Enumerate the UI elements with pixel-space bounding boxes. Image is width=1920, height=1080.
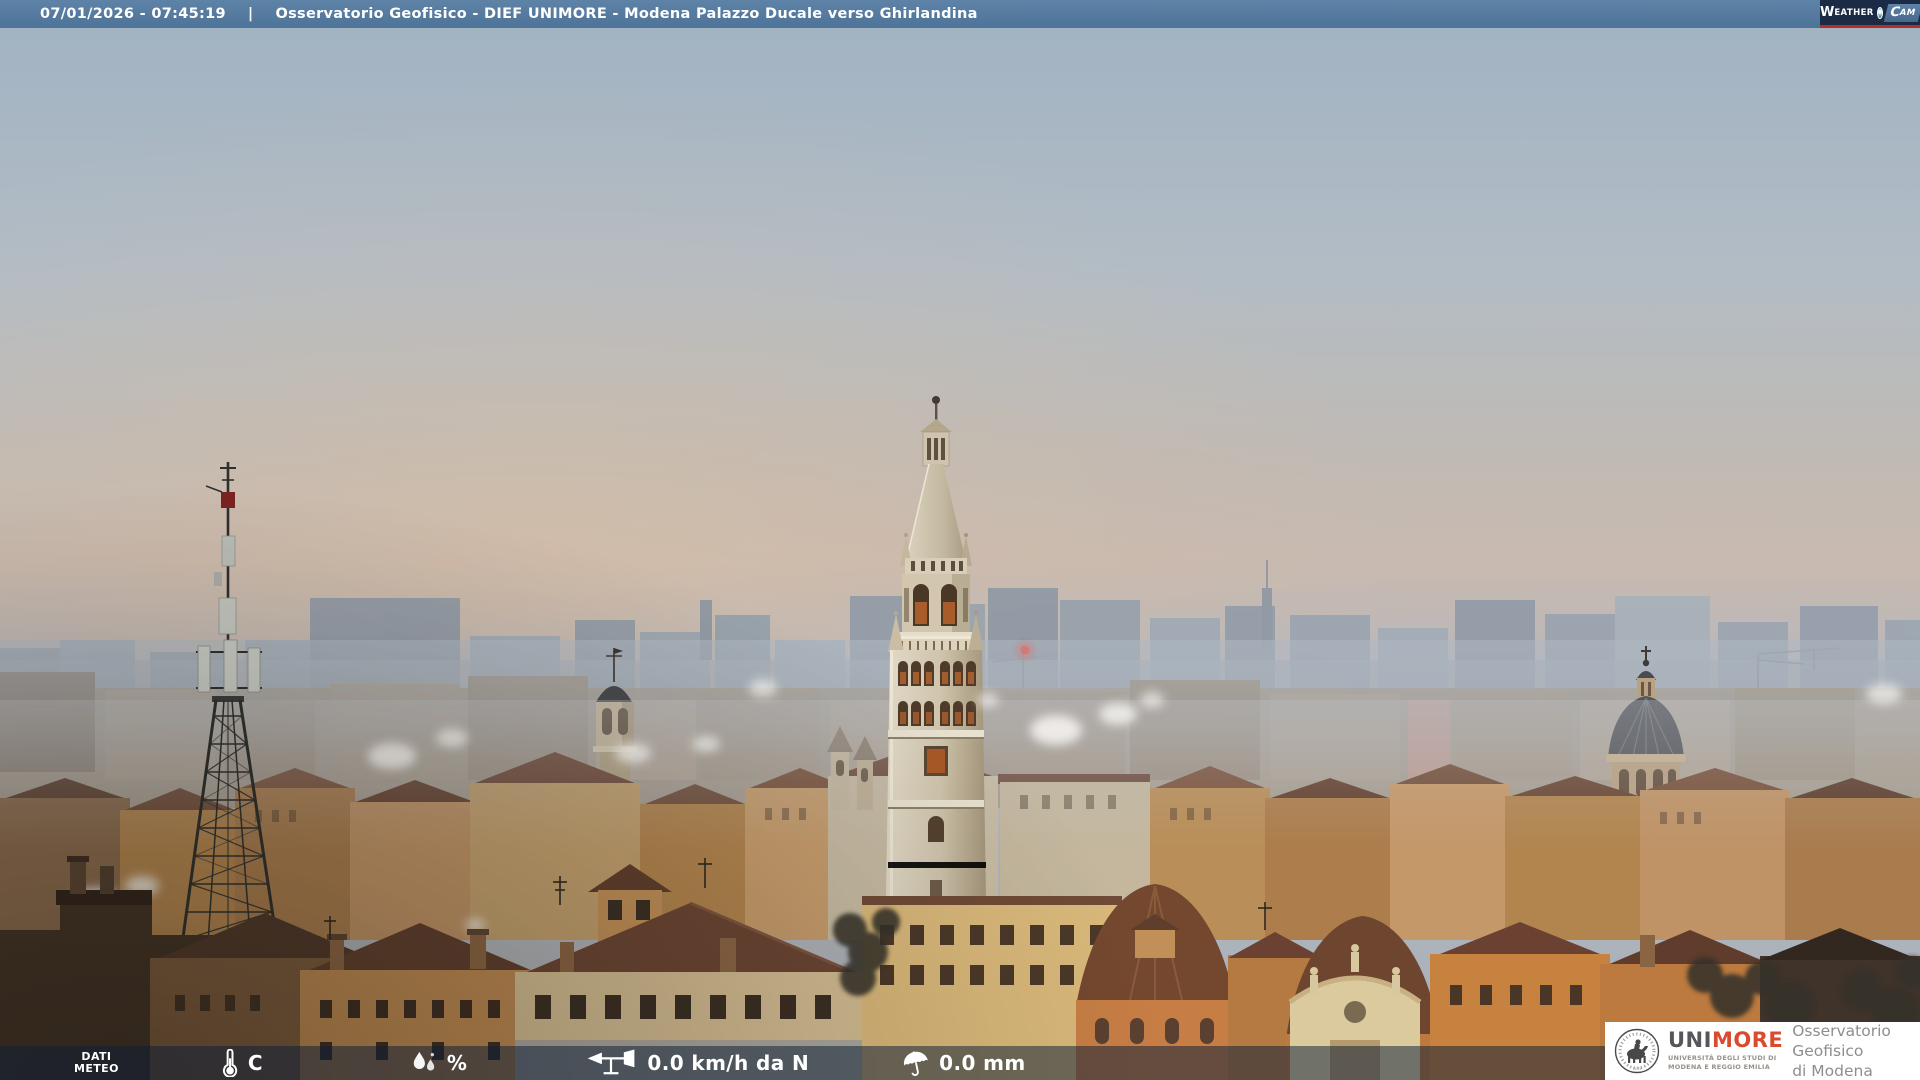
- weathercam-word2-rest: AM: [1898, 7, 1917, 17]
- humidity-value: %: [446, 1051, 468, 1075]
- unimore-footer-logo[interactable]: 1175 UNIMORE UNIVERSITÀ DEGLI STUDI DI M…: [1605, 1022, 1920, 1080]
- observatory-name: Osservatorio Geofisico di Modena: [1792, 1021, 1891, 1080]
- timestamp: 07/01/2026 - 07:45:19: [40, 6, 226, 22]
- weathercam-word1-rest: EATHER: [1834, 7, 1874, 18]
- webcam-page: 07/01/2026 - 07:45:19 | Osservatorio Geo…: [0, 0, 1920, 1080]
- unimore-wordmark: UNIMORE UNIVERSITÀ DEGLI STUDI DI MODENA…: [1668, 1030, 1783, 1072]
- modena-cityscape: [0, 0, 1920, 1080]
- rain-umbrella-icon: [901, 1049, 931, 1077]
- unimore-seal-icon: 1175: [1614, 1028, 1660, 1074]
- top-info-bar: 07/01/2026 - 07:45:19 | Osservatorio Geo…: [0, 0, 1920, 28]
- webcam-title: Osservatorio Geofisico - DIEF UNIMORE - …: [275, 6, 978, 22]
- wind-vane-icon: [585, 1049, 637, 1077]
- webcam-photo: [0, 0, 1920, 1080]
- temperature-value: C: [247, 1051, 263, 1075]
- dati-meteo-label: DATI METEO: [74, 1049, 119, 1075]
- brand-uni: UNI: [1668, 1028, 1712, 1053]
- rain-value: 0.0 mm: [939, 1051, 1026, 1075]
- weathercam-orb-icon: [1876, 6, 1883, 19]
- weathercam-word1-initial: W: [1820, 5, 1835, 20]
- svg-text:1175: 1175: [1632, 1067, 1641, 1071]
- thermometer-icon: [221, 1049, 238, 1077]
- university-subtitle: UNIVERSITÀ DEGLI STUDI DI MODENA E REGGI…: [1668, 1054, 1777, 1071]
- humidity-icon: [409, 1050, 439, 1076]
- weathercam-cam-panel: C AM: [1883, 3, 1920, 22]
- brand-more: MORE: [1711, 1028, 1784, 1053]
- vignette: [0, 0, 1920, 1080]
- wind-value: 0.0 km/h da N: [647, 1051, 810, 1075]
- weathercam-logo[interactable]: W EATHER C AM: [1820, 0, 1920, 28]
- separator: |: [247, 6, 254, 22]
